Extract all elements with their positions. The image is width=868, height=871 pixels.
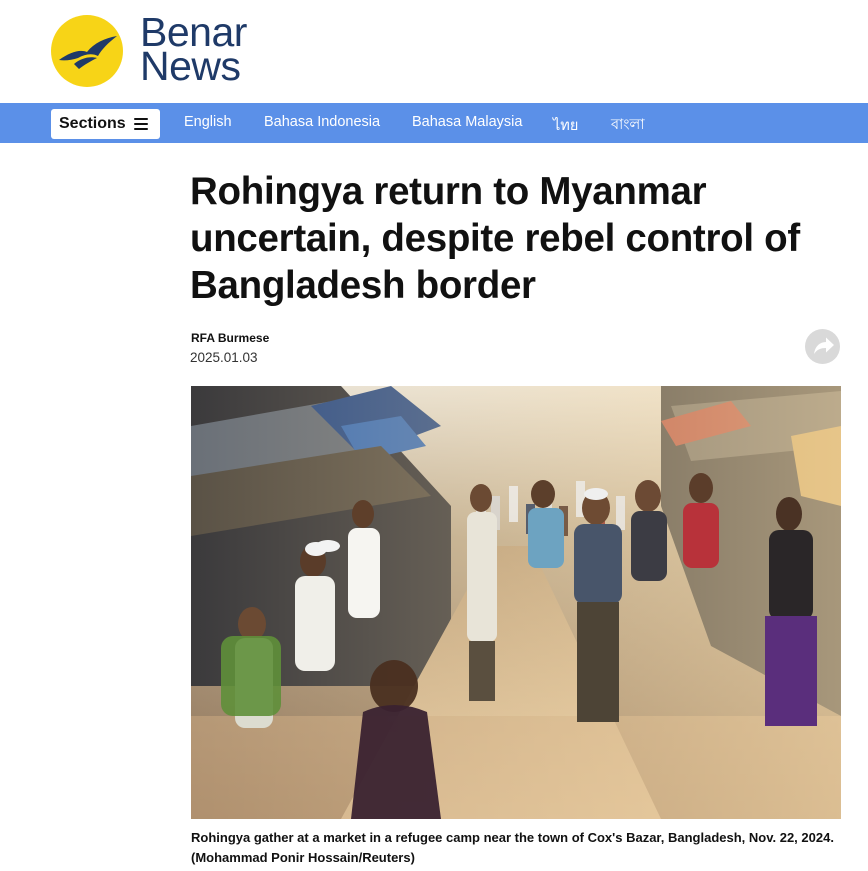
- nav-link-bahasa-malaysia[interactable]: Bahasa Malaysia: [412, 114, 522, 130]
- bird-in-sun-icon: [51, 15, 123, 87]
- share-arrow-icon: [814, 337, 834, 354]
- site-header: Benar News: [0, 0, 868, 103]
- nav-link-bahasa-indonesia[interactable]: Bahasa Indonesia: [264, 114, 380, 130]
- hamburger-menu-icon: [133, 118, 148, 130]
- benarnews-logo-link[interactable]: Benar News: [50, 12, 262, 92]
- crowd-at-refugee-camp-market-photo: [191, 386, 841, 819]
- sections-label: Sections: [59, 115, 126, 132]
- language-nav-bar: Sections English Bahasa Indonesia Bahasa…: [0, 103, 868, 143]
- nav-link-bangla[interactable]: বাংলা: [611, 114, 645, 138]
- logo-word-news: News: [140, 43, 241, 89]
- article-date: 2025.01.03: [190, 350, 258, 365]
- photo-illustration: [191, 386, 841, 819]
- nav-link-thai[interactable]: ไทย: [553, 114, 578, 137]
- photo-caption: Rohingya gather at a market in a refugee…: [191, 830, 834, 865]
- logo-wordmark: Benar News: [140, 12, 247, 89]
- sections-menu-button[interactable]: Sections: [51, 109, 160, 139]
- share-button[interactable]: [805, 329, 840, 364]
- article-byline: RFA Burmese: [191, 331, 270, 345]
- article-headline: Rohingya return to Myanmar uncertain, de…: [190, 170, 800, 307]
- nav-link-english[interactable]: English: [184, 114, 232, 130]
